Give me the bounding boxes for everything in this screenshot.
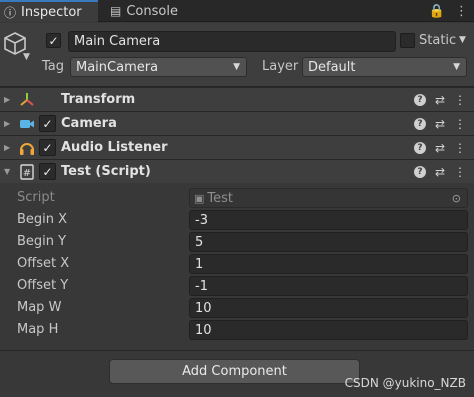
camera-enabled-toggle[interactable]: ✓ <box>39 115 56 132</box>
audio-listener-enabled-toggle[interactable]: ✓ <box>39 139 56 156</box>
context-menu-icon[interactable]: ⋮ <box>454 93 466 107</box>
help-icon[interactable]: ? <box>413 165 426 178</box>
help-icon[interactable]: ? <box>413 117 426 130</box>
lock-icon[interactable]: 🔒 <box>429 4 445 19</box>
foldout-icon[interactable]: ▶ <box>4 143 10 152</box>
layer-label: Layer <box>262 59 299 74</box>
presets-icon[interactable]: ⇄ <box>435 141 445 155</box>
help-icon[interactable]: ? <box>413 141 426 154</box>
prop-label-offset-y: Offset Y <box>17 278 69 293</box>
component-audio-listener[interactable]: ▶ ✓ Audio Listener ? ⇄ ⋮ <box>0 135 474 159</box>
component-tools: ? ⇄ ⋮ <box>413 165 466 179</box>
static-label: Static <box>419 33 457 48</box>
context-menu-icon[interactable]: ⋮ <box>454 117 466 131</box>
tag-dropdown-arrow-icon: ▼ <box>233 62 240 72</box>
tab-inspector-label: Inspector <box>21 4 82 20</box>
foldout-icon[interactable]: ▶ <box>4 95 10 104</box>
presets-icon[interactable]: ⇄ <box>435 165 445 179</box>
component-camera[interactable]: ▶ ✓ Camera ? ⇄ ⋮ <box>0 111 474 135</box>
component-title: Test (Script) <box>61 164 151 179</box>
script-icon: # <box>20 163 34 180</box>
context-menu-icon[interactable]: ⋮ <box>454 165 466 179</box>
object-name-input[interactable]: Main Camera <box>68 31 396 52</box>
static-dropdown-icon[interactable]: ▼ <box>459 35 466 45</box>
script-name: Test <box>207 190 234 206</box>
offset-x-input[interactable]: 1 <box>189 254 468 274</box>
script-reference-field[interactable]: ▣ Test ⊙ <box>189 188 468 208</box>
transform-icon <box>20 92 34 106</box>
tab-inspector[interactable]: ⓘ Inspector <box>0 0 98 22</box>
component-title: Camera <box>61 116 117 131</box>
begin-y-input[interactable]: 5 <box>189 232 468 252</box>
tag-label: Tag <box>42 59 65 74</box>
foldout-expanded-icon[interactable]: ▼ <box>4 167 10 176</box>
tab-tools: 🔒 ⋮ <box>429 1 468 21</box>
component-title: Audio Listener <box>61 140 168 155</box>
presets-icon[interactable]: ⇄ <box>435 93 445 107</box>
script-file-icon: ▣ <box>194 191 205 205</box>
prop-label-offset-x: Offset X <box>17 256 70 271</box>
presets-icon[interactable]: ⇄ <box>435 117 445 131</box>
map-h-input[interactable]: 10 <box>189 320 468 340</box>
prop-label-map-w: Map W <box>17 300 62 315</box>
layer-dropdown[interactable]: Default ▼ <box>302 57 467 77</box>
component-tools: ? ⇄ ⋮ <box>413 117 466 131</box>
offset-y-input[interactable]: -1 <box>189 276 468 296</box>
tag-value: MainCamera <box>76 59 159 75</box>
tab-menu-icon[interactable]: ⋮ <box>455 4 468 19</box>
prop-label-begin-x: Begin X <box>17 212 68 227</box>
info-icon: ⓘ <box>4 5 17 20</box>
component-test-script[interactable]: ▼ # ✓ Test (Script) ? ⇄ ⋮ <box>0 159 474 183</box>
object-picker-icon[interactable]: ⊙ <box>452 192 461 205</box>
begin-x-input[interactable]: -3 <box>189 210 468 230</box>
help-icon[interactable]: ? <box>413 93 426 106</box>
prop-label-map-h: Map H <box>17 322 59 337</box>
tag-dropdown[interactable]: MainCamera ▼ <box>70 57 247 77</box>
component-title: Transform <box>61 92 136 107</box>
prop-label-begin-y: Begin Y <box>17 234 67 249</box>
script-label: Script <box>17 190 55 205</box>
tab-console[interactable]: ▤ Console <box>102 0 192 22</box>
layer-dropdown-arrow-icon: ▼ <box>453 62 460 72</box>
foldout-icon[interactable]: ▶ <box>4 119 10 128</box>
component-tools: ? ⇄ ⋮ <box>413 141 466 155</box>
layer-value: Default <box>308 59 356 75</box>
component-tools: ? ⇄ ⋮ <box>413 93 466 107</box>
script-enabled-toggle[interactable]: ✓ <box>39 163 56 180</box>
add-component-button[interactable]: Add Component <box>109 359 360 384</box>
icon-dropdown-icon[interactable]: ▼ <box>23 52 30 62</box>
console-icon: ▤ <box>110 4 122 18</box>
headphones-icon <box>20 142 34 155</box>
static-toggle[interactable] <box>400 33 415 48</box>
svg-text:#: # <box>23 168 31 179</box>
camera-icon <box>20 119 34 128</box>
map-w-input[interactable]: 10 <box>189 298 468 318</box>
component-transform[interactable]: ▶ Transform ? ⇄ ⋮ <box>0 87 474 111</box>
context-menu-icon[interactable]: ⋮ <box>454 141 466 155</box>
watermark-text: CSDN @yukino_NZB <box>344 376 466 390</box>
active-toggle[interactable]: ✓ <box>46 33 61 48</box>
tab-console-label: Console <box>126 3 178 19</box>
